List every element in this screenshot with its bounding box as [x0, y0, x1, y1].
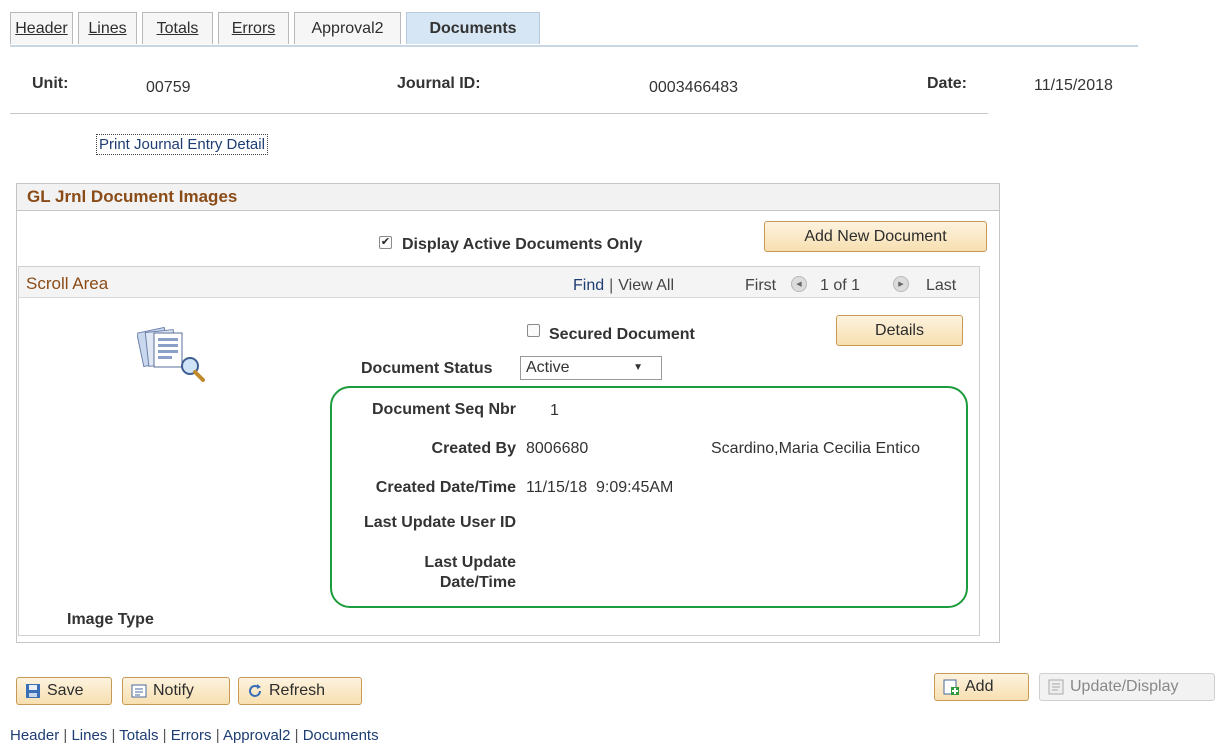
tab-errors[interactable]: Errors	[218, 12, 289, 44]
group-title: GL Jrnl Document Images	[27, 187, 238, 206]
tab-label: Approval2	[311, 19, 384, 37]
document-status-select[interactable]: Active ▼	[520, 356, 662, 380]
notify-icon	[131, 684, 147, 698]
save-button[interactable]: Save	[16, 677, 112, 705]
date-label: Date:	[927, 75, 968, 92]
journal-id-value: 0003466483	[649, 79, 738, 96]
add-icon	[943, 679, 959, 695]
scroll-nav: Find | View All	[573, 277, 674, 295]
unit-label: Unit:	[32, 75, 69, 92]
document-seq-label: Document Seq Nbr	[371, 401, 516, 418]
notify-label: Notify	[153, 682, 194, 699]
display-active-label: Display Active Documents Only	[402, 236, 643, 253]
bottom-nav-links: Header | Lines | Totals | Errors | Appro…	[10, 727, 379, 744]
tab-underline	[10, 45, 1138, 47]
tab-label: Documents	[429, 19, 517, 37]
add-label: Add	[965, 678, 994, 695]
document-seq-value: 1	[550, 402, 559, 419]
image-type-label: Image Type	[67, 611, 154, 628]
tab-label: Totals	[156, 19, 199, 37]
last-label: Last	[926, 277, 957, 294]
tab-label: Header	[15, 19, 68, 37]
row-count: 1 of 1	[820, 277, 861, 294]
details-button[interactable]: Details	[836, 315, 963, 346]
previous-arrow-icon[interactable]: ◀	[791, 276, 807, 292]
display-active-checkbox[interactable]: ✔	[379, 236, 392, 249]
last-update-datetime-label-2: Date/Time	[439, 574, 516, 591]
dropdown-arrow-icon: ▼	[633, 362, 643, 373]
add-button[interactable]: Add	[934, 673, 1029, 701]
tab-header[interactable]: Header	[10, 12, 73, 44]
add-new-document-button[interactable]: Add New Document	[764, 221, 987, 252]
journal-id-label: Journal ID:	[397, 75, 481, 92]
link-separator: |	[59, 727, 72, 744]
document-status-label: Document Status	[361, 360, 493, 377]
view-all-link[interactable]: View All	[618, 277, 674, 295]
secured-document-label: Secured Document	[549, 326, 695, 343]
first-label: First	[745, 277, 777, 294]
tab-approval2[interactable]: Approval2	[294, 12, 401, 44]
refresh-label: Refresh	[269, 682, 326, 699]
update-display-button[interactable]: Update/Display	[1039, 673, 1215, 701]
link-separator: |	[107, 727, 120, 744]
tab-label: Errors	[231, 19, 276, 37]
save-label: Save	[47, 682, 84, 699]
created-by-id: 8006680	[526, 440, 589, 457]
tab-documents[interactable]: Documents	[406, 12, 540, 44]
bottom-link-documents[interactable]: Documents	[303, 727, 379, 744]
date-value: 11/15/2018	[1034, 77, 1113, 94]
scroll-area-title: Scroll Area	[26, 274, 109, 293]
link-separator: |	[158, 727, 171, 744]
last-update-user-label: Last Update User ID	[363, 514, 516, 531]
tab-lines[interactable]: Lines	[78, 12, 137, 44]
refresh-icon	[249, 684, 261, 697]
bottom-link-header[interactable]: Header	[10, 727, 59, 744]
tab-label: Lines	[88, 19, 127, 37]
header-divider	[10, 113, 988, 114]
bottom-link-totals[interactable]: Totals	[119, 727, 158, 744]
tab-totals[interactable]: Totals	[142, 12, 213, 44]
find-link[interactable]: Find	[573, 277, 604, 295]
bottom-link-lines[interactable]: Lines	[71, 727, 107, 744]
created-by-name: Scardino,Maria Cecilia Entico	[711, 440, 920, 457]
last-update-datetime-label-1: Last Update	[424, 554, 516, 571]
nav-separator: |	[609, 277, 614, 294]
update-display-icon	[1048, 679, 1064, 695]
document-viewer-icon[interactable]	[136, 326, 209, 384]
next-arrow-icon[interactable]: ▶	[893, 276, 909, 292]
tab-bar: Header Lines Totals Errors Approval2 Doc…	[10, 12, 545, 46]
document-status-value: Active	[526, 359, 570, 376]
secured-document-checkbox[interactable]	[527, 324, 540, 337]
created-by-label: Created By	[431, 440, 516, 457]
bottom-link-errors[interactable]: Errors	[171, 727, 212, 744]
unit-value: 00759	[146, 79, 191, 96]
notify-button[interactable]: Notify	[122, 677, 230, 705]
print-journal-entry-link[interactable]: Print Journal Entry Detail	[96, 134, 268, 155]
link-separator: |	[290, 727, 303, 744]
update-display-label: Update/Display	[1070, 678, 1179, 695]
created-datetime-label: Created Date/Time	[375, 479, 516, 496]
bottom-link-approval2[interactable]: Approval2	[223, 727, 291, 744]
refresh-button[interactable]: Refresh	[238, 677, 362, 705]
link-separator: |	[211, 727, 223, 744]
save-icon	[26, 684, 40, 698]
created-datetime-value: 11/15/18 9:09:45AM	[526, 479, 674, 496]
check-icon: ✔	[380, 236, 391, 248]
